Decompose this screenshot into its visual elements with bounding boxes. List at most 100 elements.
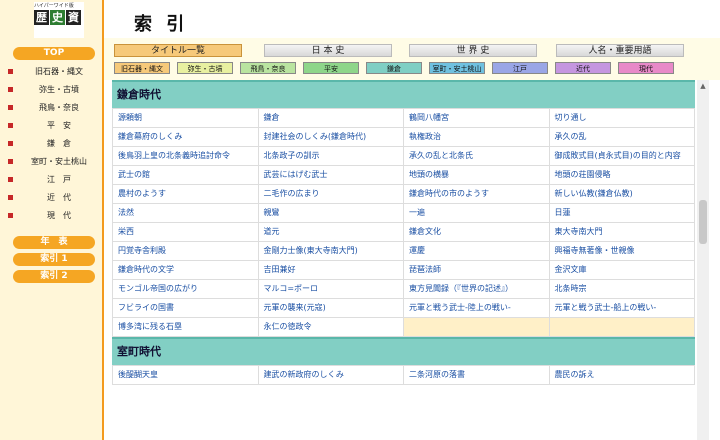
index-link[interactable]: 栄西	[112, 222, 259, 242]
index-link[interactable]: 鎌倉幕府のしくみ	[112, 127, 259, 147]
sidebar-era-label: 旧石器・縄文	[35, 66, 83, 76]
table-row: 農村のようす 二毛作の広まり 鎌倉時代の市のようす 新しい仏教(鎌倉仏教)	[112, 184, 695, 204]
sidebar-era-item[interactable]: 旧石器・縄文	[8, 64, 100, 78]
bullet-icon	[8, 212, 13, 218]
logo[interactable]: ハイパーワイド版 歴 史 資	[34, 2, 84, 38]
index-link[interactable]: 金沢文庫	[548, 260, 695, 280]
index-link[interactable]: モンゴル帝国の広がり	[112, 279, 259, 299]
sidebar-era-item[interactable]: 飛鳥・奈良	[8, 100, 100, 114]
era-tab[interactable]: 現代	[618, 62, 674, 74]
index-link[interactable]: 農民の訴え	[548, 365, 695, 385]
logo-char: 歴	[34, 10, 49, 25]
section-header: 鎌倉時代	[112, 80, 695, 108]
index-link[interactable]: 源頼朝	[112, 108, 259, 128]
index-link[interactable]: 地頭の荘園侵略	[548, 165, 695, 185]
sidebar-era-item[interactable]: 弥生・古墳	[8, 82, 100, 96]
index-link[interactable]: 切り通し	[548, 108, 695, 128]
tab-1[interactable]: 日 本 史	[264, 44, 392, 57]
scrollbar[interactable]: ▲	[697, 80, 709, 440]
index-link[interactable]: 元軍と戦う武士-船上の戦い-	[548, 298, 695, 318]
index-link[interactable]: 日蓮	[548, 203, 695, 223]
index-link[interactable]: 北条時宗	[548, 279, 695, 299]
index-link[interactable]: 鎌倉時代の市のようす	[403, 184, 550, 204]
top-button[interactable]: TOP	[13, 47, 95, 60]
era-tab[interactable]: 弥生・古墳	[177, 62, 233, 74]
index-link[interactable]: 二条河原の落書	[403, 365, 550, 385]
index-content: 鎌倉時代 源頼朝 鎌倉 鶴岡八幡宮 切り通し鎌倉幕府のしくみ 封建社会のしくみ(鎌倉時代)…	[112, 80, 695, 440]
nenpyo-button[interactable]: 年 表	[13, 236, 95, 249]
logo-subtitle: ハイパーワイド版	[34, 3, 74, 9]
sidebar-era-item[interactable]: 室町・安土桃山	[8, 154, 100, 168]
tab-0[interactable]: タイトル一覧	[114, 44, 242, 57]
tab-3[interactable]: 人名・重要用語	[556, 44, 684, 57]
index-link[interactable]: 興福寺無著像・世親像	[548, 241, 695, 261]
page-title: 索 引	[134, 14, 189, 35]
scroll-thumb[interactable]	[699, 200, 707, 244]
index-link[interactable]: 琵琶法師	[403, 260, 550, 280]
index-link[interactable]: 後醍醐天皇	[112, 365, 259, 385]
bullet-icon	[8, 140, 13, 146]
empty-cell	[403, 317, 550, 337]
index-link[interactable]: 親鸞	[257, 203, 404, 223]
index-link[interactable]: 元軍の襲来(元寇)	[257, 298, 404, 318]
index1-button[interactable]: 索引 1	[13, 253, 95, 266]
sidebar-era-item[interactable]: 江 戸	[8, 172, 100, 186]
logo-title: 歴 史 資	[34, 10, 84, 25]
index-link[interactable]: 建武の新政府のしくみ	[257, 365, 404, 385]
index-link[interactable]: 鎌倉	[257, 108, 404, 128]
index-link[interactable]: 一遍	[403, 203, 550, 223]
index-link[interactable]: 鎌倉文化	[403, 222, 550, 242]
scroll-up-icon[interactable]: ▲	[697, 80, 709, 92]
sidebar-era-item[interactable]: 鎌 倉	[8, 136, 100, 150]
era-tab[interactable]: 江戸	[492, 62, 548, 74]
index-link[interactable]: 博多湾に残る石塁	[112, 317, 259, 337]
index-link[interactable]: 封建社会のしくみ(鎌倉時代)	[257, 127, 404, 147]
index-link[interactable]: 永仁の徳政令	[257, 317, 404, 337]
index-link[interactable]: 武芸にはげむ武士	[257, 165, 404, 185]
index-link[interactable]: 武士の館	[112, 165, 259, 185]
era-tab[interactable]: 平安	[303, 62, 359, 74]
index-link[interactable]: 吉田兼好	[257, 260, 404, 280]
index-link[interactable]: 円覚寺舎利殿	[112, 241, 259, 261]
index-link[interactable]: 地頭の横暴	[403, 165, 550, 185]
era-tab[interactable]: 飛鳥・奈良	[240, 62, 296, 74]
index-link[interactable]: マルコ=ポーロ	[257, 279, 404, 299]
index-link[interactable]: 後鳥羽上皇の北条義時追討命令	[112, 146, 259, 166]
index-link[interactable]: 二毛作の広まり	[257, 184, 404, 204]
table-row: 後醍醐天皇 建武の新政府のしくみ 二条河原の落書 農民の訴え	[112, 365, 695, 385]
bullet-icon	[8, 104, 13, 110]
table-row: フビライの国書 元軍の襲来(元寇) 元軍と戦う武士-陸上の戦い- 元軍と戦う武士-船上…	[112, 298, 695, 318]
index-link[interactable]: 元軍と戦う武士-陸上の戦い-	[403, 298, 550, 318]
section-header: 室町時代	[112, 337, 695, 365]
index-link[interactable]: 執権政治	[403, 127, 550, 147]
sidebar-era-label: 鎌 倉	[47, 138, 71, 148]
index-link[interactable]: 承久の乱と北条氏	[403, 146, 550, 166]
sidebar-era-item[interactable]: 現 代	[8, 208, 100, 222]
index-link[interactable]: 法然	[112, 203, 259, 223]
index-link[interactable]: 東大寺南大門	[548, 222, 695, 242]
index-link[interactable]: 鎌倉時代の文学	[112, 260, 259, 280]
era-tab[interactable]: 室町・安土桃山	[429, 62, 485, 74]
index-link[interactable]: 東方見聞録（『世界の記述』）	[403, 279, 550, 299]
table-row: 博多湾に残る石塁 永仁の徳政令	[112, 317, 695, 337]
index-link[interactable]: 北条政子の訓示	[257, 146, 404, 166]
tab-2[interactable]: 世 界 史	[409, 44, 537, 57]
index-link[interactable]: 新しい仏教(鎌倉仏教)	[548, 184, 695, 204]
era-tab[interactable]: 鎌倉	[366, 62, 422, 74]
era-tab[interactable]: 近代	[555, 62, 611, 74]
sidebar-era-label: 現 代	[47, 210, 71, 220]
sidebar-era-item[interactable]: 近 代	[8, 190, 100, 204]
index-link[interactable]: 鶴岡八幡宮	[403, 108, 550, 128]
index-link[interactable]: 運慶	[403, 241, 550, 261]
era-tab[interactable]: 旧石器・縄文	[114, 62, 170, 74]
sidebar-era-item[interactable]: 平 安	[8, 118, 100, 132]
index-link[interactable]: 農村のようす	[112, 184, 259, 204]
index-link[interactable]: 金剛力士像(東大寺南大門)	[257, 241, 404, 261]
tab-bar: タイトル一覧 日 本 史 世 界 史 人名・重要用語 旧石器・縄文 弥生・古墳 飛鳥・奈良…	[104, 38, 720, 80]
index-link[interactable]: 道元	[257, 222, 404, 242]
index-link[interactable]: 承久の乱	[548, 127, 695, 147]
index-link[interactable]: 御成敗式目(貞永式目)の目的と内容	[548, 146, 695, 166]
index2-button[interactable]: 索引 2	[13, 270, 95, 283]
sidebar-era-label: 室町・安土桃山	[31, 156, 87, 166]
index-link[interactable]: フビライの国書	[112, 298, 259, 318]
